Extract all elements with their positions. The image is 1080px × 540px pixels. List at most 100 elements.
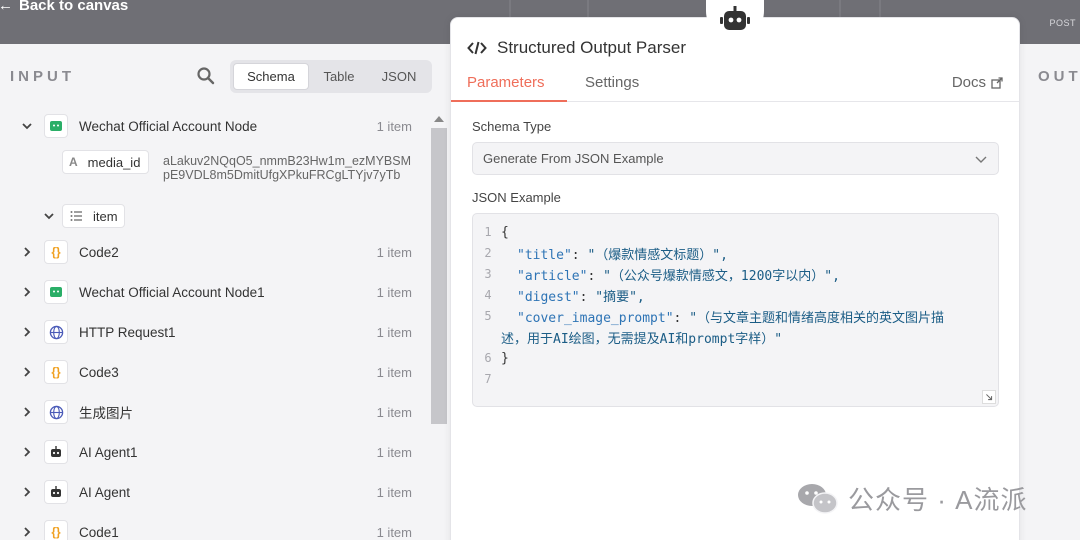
line-number: 6 [484,351,492,365]
json-key: "title" [517,247,572,263]
active-tab-underline [451,100,567,102]
watermark-text: 公众号 · A流派 [848,485,1028,515]
json-example-label: JSON Example [472,190,561,205]
node-label: 生成图片 [79,406,133,421]
back-to-canvas-button[interactable]: ← Back to canvas [0,0,128,14]
view-tab-json[interactable]: JSON [369,63,429,90]
panel-title: Structured Output Parser [467,38,686,58]
chevron-down-icon[interactable] [20,119,34,133]
chevron-right-icon[interactable] [20,525,34,539]
field-label: item [93,208,118,224]
code-braces-icon: {} [44,360,68,384]
wechat-logo-icon [798,483,838,514]
input-scrollbar[interactable] [430,114,448,540]
tree-node-generate-image[interactable]: 生成图片 1 item [0,397,430,427]
json-value: "（公众号爆款情感文，1200字以内）", [603,268,840,284]
chevron-down-icon [975,156,987,163]
json-key: "article" [517,268,588,284]
json-key: "cover_image_prompt" [517,310,674,326]
json-example-editor[interactable]: 1 { 2 "title": "（爆款情感文标题）", 3 "article":… [472,213,999,407]
chevron-right-icon[interactable] [20,325,34,339]
chevron-right-icon[interactable] [20,405,34,419]
input-panel: INPUT Schema Table JSON Wechat Official … [0,44,450,540]
tab-parameters[interactable]: Parameters [467,74,545,91]
node-item-count: 1 item [376,404,412,420]
search-icon[interactable] [196,66,216,86]
node-label: Wechat Official Account Node [79,118,258,134]
line-number: 5 [484,309,492,323]
field-media-id[interactable]: A media_id [62,150,150,174]
node-item-count: 1 item [376,484,412,500]
view-tab-table[interactable]: Table [309,63,369,90]
view-mode-switch: Schema Table JSON [230,60,432,93]
wechat-watermark: 公众号 · A流派 [796,480,1027,517]
schema-type-label: Schema Type [472,119,552,134]
code-text: 述，用于AI绘图，无需提及AI和prompt字样）" [501,331,783,347]
json-value: "（爆款情感文标题）", [587,247,728,263]
json-value: "（与文章主题和情绪高度相关的英文图片描 [689,310,945,326]
schema-type-select[interactable]: Generate From JSON Example [472,142,999,175]
output-panel-title: OUT [1038,68,1080,85]
node-label: HTTP Request1 [79,324,176,340]
chevron-right-icon[interactable] [20,245,34,259]
expand-editor-icon[interactable] [982,390,996,404]
wechat-icon [44,114,68,138]
node-label: Code2 [79,244,119,260]
node-item-count: 1 item [376,284,412,300]
line-number: 2 [484,246,492,260]
line-number: 4 [484,288,492,302]
code-braces-icon: {} [44,520,68,540]
wechat-icon [44,280,68,304]
post-method-label: POST [1049,18,1076,28]
tree-node-wechat-official-account-node1[interactable]: Wechat Official Account Node1 1 item [0,277,430,307]
list-icon [70,211,82,221]
tree-node-http-request1[interactable]: HTTP Request1 1 item [0,317,430,347]
node-item-count: 1 item [376,244,412,260]
globe-icon [44,400,68,424]
tree-node-ai-agent[interactable]: AI Agent 1 item [0,477,430,507]
node-item-count: 1 item [376,524,412,540]
code-tag-icon [467,41,487,55]
docs-label: Docs [951,74,986,91]
node-label: AI Agent [79,484,131,500]
docs-link[interactable]: Docs [952,74,1003,91]
tree-node-code2[interactable]: {} Code2 1 item [0,237,430,267]
line-number: 7 [484,372,492,386]
chevron-right-icon[interactable] [20,445,34,459]
node-label: Wechat Official Account Node1 [79,284,265,300]
code-text: { [501,224,509,240]
node-label: Code1 [79,524,119,540]
robot-icon [720,6,750,30]
tree-node-code3[interactable]: {} Code3 1 item [0,357,430,387]
tree-node-wechat-official-account-node[interactable]: Wechat Official Account Node 1 item [0,111,430,141]
external-link-icon [991,76,1003,89]
tree-node-ai-agent1[interactable]: AI Agent1 1 item [0,437,430,467]
code-text: } [501,350,509,366]
node-label: AI Agent1 [79,444,138,460]
robot-icon [44,480,68,504]
field-item[interactable]: item [62,204,125,228]
code-braces-icon: {} [44,240,68,264]
node-item-count: 1 item [376,324,412,340]
chevron-down-icon[interactable] [42,209,56,223]
json-value: "摘要", [595,289,645,305]
line-number: 3 [484,267,492,281]
field-media-id-value: aLakuv2NQqO5_nmmB23Hw1m_ezMYBSMpE9VDL8m5… [163,154,412,182]
chevron-right-icon[interactable] [20,365,34,379]
node-label: Code3 [79,364,119,380]
scroll-up-arrow-icon[interactable] [434,116,444,122]
node-item-count: 1 item [376,444,412,460]
field-label: media_id [87,154,141,170]
robot-icon [44,440,68,464]
tree-node-code1[interactable]: {} Code1 1 item [0,517,430,540]
line-number: 1 [484,225,492,239]
node-item-count: 1 item [376,118,412,134]
scrollbar-thumb[interactable] [431,128,447,424]
panel-tabs: Parameters Settings Docs [451,66,1019,102]
tab-settings[interactable]: Settings [585,74,639,91]
json-key: "digest" [517,289,580,305]
view-tab-schema[interactable]: Schema [233,63,309,90]
chevron-right-icon[interactable] [20,485,34,499]
globe-icon [44,320,68,344]
chevron-right-icon[interactable] [20,285,34,299]
